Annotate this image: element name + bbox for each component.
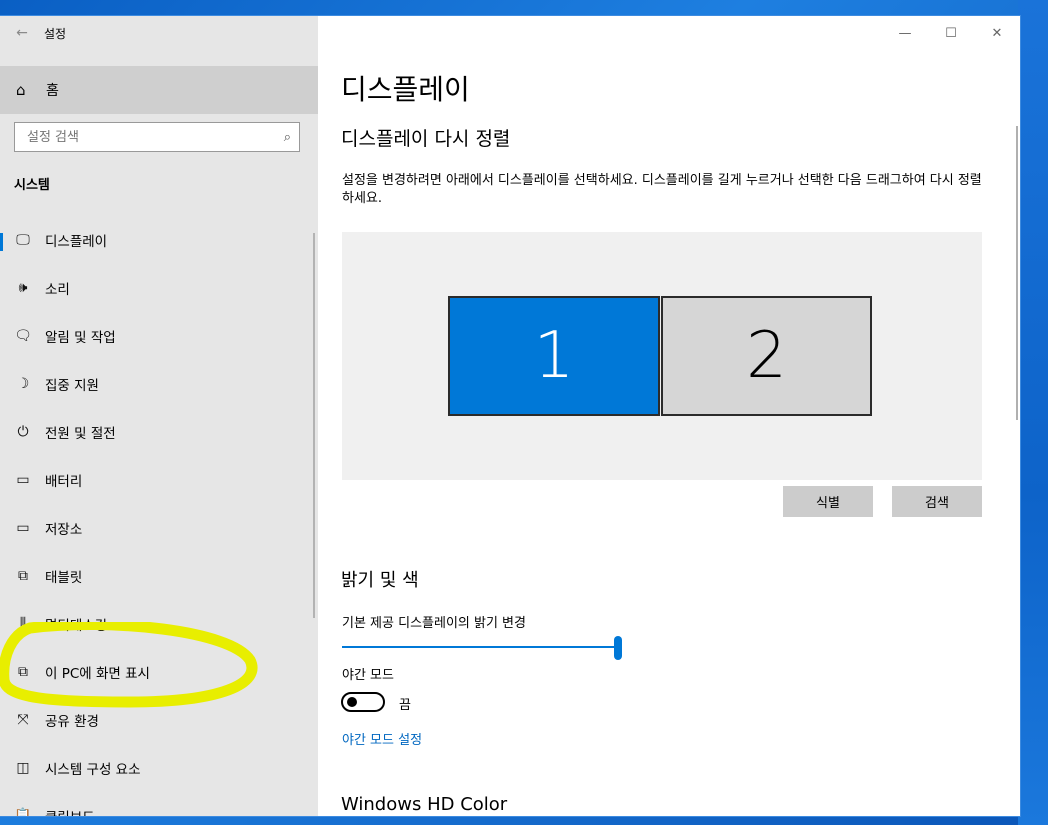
sidebar-item-battery[interactable]: ▭ 배터리 <box>0 456 318 504</box>
sidebar-item-label: 집중 지원 <box>45 378 99 394</box>
sidebar: ← 설정 ⌂ 홈 ⌕ 시스템 🖵 디스플레이 🕪 소리 🗨 알림 및 작업 <box>0 16 318 816</box>
moon-icon: ☽ <box>16 376 30 392</box>
sidebar-item-focus-assist[interactable]: ☽ 집중 지원 <box>0 360 318 408</box>
storage-icon: ▭ <box>16 520 30 536</box>
sidebar-item-label: 알림 및 작업 <box>45 330 116 346</box>
sidebar-item-label: 이 PC에 화면 표시 <box>45 666 150 682</box>
share-icon: ⤧ <box>17 712 29 728</box>
sidebar-item-label: 시스템 구성 요소 <box>45 762 141 778</box>
toggle-knob <box>347 697 357 707</box>
identify-button[interactable]: 식별 <box>783 486 873 517</box>
sidebar-item-label: 배터리 <box>45 474 83 490</box>
sidebar-item-notifications[interactable]: 🗨 알림 및 작업 <box>0 312 318 360</box>
battery-icon: ▭ <box>16 472 30 488</box>
arrange-description: 설정을 변경하려면 아래에서 디스플레이를 선택하세요. 디스플레이를 길게 누… <box>342 173 982 206</box>
power-icon: ⏻ <box>17 424 29 440</box>
sidebar-item-label: 소리 <box>45 282 70 298</box>
tablet-icon: ⧉ <box>18 568 28 584</box>
monitor-1[interactable]: 1 <box>448 296 660 416</box>
sidebar-item-label: 멀티태스킹 <box>45 618 108 634</box>
monitor-2[interactable]: 2 <box>661 296 872 416</box>
slider-thumb[interactable] <box>614 636 622 660</box>
home-icon: ⌂ <box>16 81 26 99</box>
sidebar-item-sound[interactable]: 🕪 소리 <box>0 264 318 312</box>
display-arrangement-area: 1 2 <box>342 232 982 480</box>
back-arrow-icon[interactable]: ← <box>0 25 44 41</box>
project-icon: ⧉ <box>18 664 28 680</box>
sidebar-item-label: 전원 및 절전 <box>45 426 116 442</box>
sidebar-item-shared-experiences[interactable]: ⤧ 공유 환경 <box>0 696 318 744</box>
sidebar-scrollbar[interactable] <box>313 233 315 618</box>
sidebar-item-tablet[interactable]: ⧉ 태블릿 <box>0 552 318 600</box>
sidebar-item-display[interactable]: 🖵 디스플레이 <box>0 216 318 264</box>
night-mode-toggle[interactable] <box>341 692 385 712</box>
desktop-background <box>1018 0 1048 825</box>
monitor-icon: 🖵 <box>16 232 30 248</box>
search-icon[interactable]: ⌕ <box>284 130 291 145</box>
sidebar-item-project-to-pc[interactable]: ⧉ 이 PC에 화면 표시 <box>0 648 318 696</box>
settings-window: ← 설정 ⌂ 홈 ⌕ 시스템 🖵 디스플레이 🕪 소리 🗨 알림 및 작업 <box>0 16 1020 816</box>
section-title: 시스템 <box>14 178 50 193</box>
sidebar-item-power-sleep[interactable]: ⏻ 전원 및 절전 <box>0 408 318 456</box>
night-mode-state: 끔 <box>399 698 411 713</box>
window-controls: — ☐ ✕ <box>882 16 1020 50</box>
sidebar-item-label: 클립보드 <box>45 806 95 816</box>
brightness-slider[interactable] <box>342 636 622 660</box>
multitasking-icon: ⫼ <box>19 616 27 632</box>
minimize-button[interactable]: — <box>882 16 928 50</box>
arrange-title: 디스플레이 다시 정렬 <box>341 128 511 150</box>
sidebar-item-label: 디스플레이 <box>45 234 108 250</box>
hd-color-title: Windows HD Color <box>341 794 508 815</box>
sidebar-item-label: 태블릿 <box>45 570 83 586</box>
sidebar-item-storage[interactable]: ▭ 저장소 <box>0 504 318 552</box>
maximize-button[interactable]: ☐ <box>928 16 974 50</box>
window-title: 설정 <box>44 26 67 41</box>
components-icon: ◫ <box>16 760 30 776</box>
sidebar-item-label: 저장소 <box>45 522 83 538</box>
brightness-label: 기본 제공 디스플레이의 밝기 변경 <box>342 616 526 631</box>
home-nav-item[interactable]: ⌂ 홈 <box>0 66 318 114</box>
slider-track[interactable] <box>342 646 618 648</box>
settings-search-box[interactable]: ⌕ <box>14 122 300 152</box>
search-input[interactable] <box>25 128 269 146</box>
title-bar: ← 설정 <box>0 16 318 50</box>
detect-button[interactable]: 검색 <box>892 486 982 517</box>
clipboard-icon: 📋 <box>14 808 32 816</box>
home-label: 홈 <box>46 83 59 99</box>
sidebar-item-clipboard[interactable]: 📋 클립보드 <box>0 792 318 816</box>
page-title: 디스플레이 <box>341 73 470 106</box>
brightness-color-title: 밝기 및 색 <box>341 570 419 591</box>
sidebar-item-label: 공유 환경 <box>45 714 99 730</box>
night-mode-settings-link[interactable]: 야간 모드 설정 <box>342 729 422 748</box>
speaker-icon: 🕪 <box>18 280 28 296</box>
sidebar-nav: 🖵 디스플레이 🕪 소리 🗨 알림 및 작업 ☽ 집중 지원 ⏻ 전원 및 절전… <box>0 216 318 816</box>
sidebar-item-multitasking[interactable]: ⫼ 멀티태스킹 <box>0 600 318 648</box>
night-mode-label: 야간 모드 <box>342 668 394 683</box>
content-pane: — ☐ ✕ 디스플레이 디스플레이 다시 정렬 설정을 변경하려면 아래에서 디… <box>318 16 1020 816</box>
content-scrollbar[interactable] <box>1016 126 1018 420</box>
sidebar-item-system-components[interactable]: ◫ 시스템 구성 요소 <box>0 744 318 792</box>
notification-icon: 🗨 <box>14 328 32 344</box>
close-button[interactable]: ✕ <box>974 16 1020 50</box>
